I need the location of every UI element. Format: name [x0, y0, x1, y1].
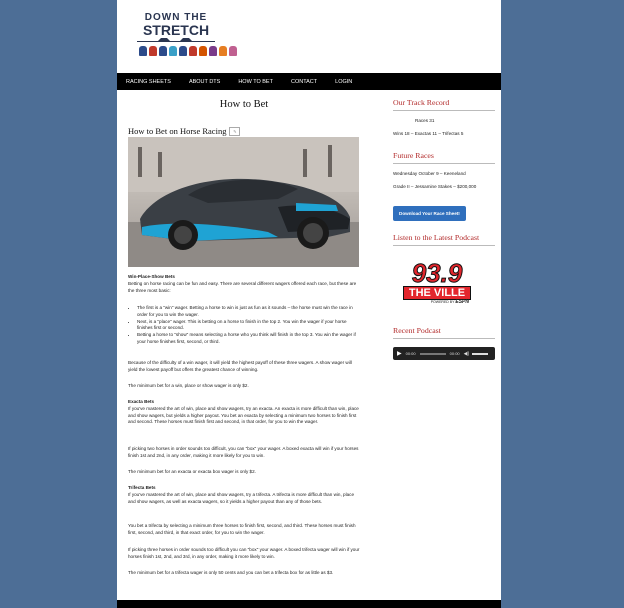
jockey-silk-icon — [149, 46, 157, 56]
wps-heading: Win-Place-Show Bets — [128, 274, 175, 279]
download-race-sheet-button[interactable]: Download Your Race Sheet! — [393, 206, 466, 221]
podcast-title: Listen to the Latest Podcast — [393, 233, 480, 242]
list-item: The first is a "win" wager. Betting a ho… — [137, 305, 360, 319]
divider — [393, 245, 495, 246]
jockey-silk-icon — [229, 46, 237, 56]
nav-login[interactable]: LOGIN — [335, 79, 352, 85]
audio-player[interactable]: ▶ 00:00 00:00 ◀) — [393, 347, 495, 360]
exacta-p1: If you've mastered the art of win, place… — [128, 405, 359, 425]
podcast-logo[interactable]: 93.9 THE VILLE POWERED BY ESPN — [399, 260, 475, 312]
exacta-min: The minimum bet for an exacta or exacta … — [128, 469, 256, 474]
trifecta-p2: You bet a trifecta by selecting a minimu… — [128, 523, 356, 535]
recent-podcast-title: Recent Podcast — [393, 326, 441, 335]
future-races-title: Future Races — [393, 151, 434, 160]
sidebar: Our Track Record Races 31 Wins 18 – Exac… — [393, 96, 495, 360]
trifecta-p1: If you've mastered the art of win, place… — [128, 491, 354, 504]
exacta-section: Exacta Bets If you've mastered the art o… — [128, 399, 360, 426]
divider — [393, 110, 495, 111]
jockey-silk-icon — [169, 46, 177, 56]
audio-time-start: 00:00 — [405, 351, 416, 356]
espn-text: ESPN — [455, 299, 469, 305]
play-icon[interactable]: ▶ — [397, 350, 402, 357]
main-nav: RACING SHEETS ABOUT DTS HOW TO BET CONTA… — [117, 73, 501, 90]
track-record-title: Our Track Record — [393, 98, 450, 107]
wps-payoff: Because of the difficulty of a win wager… — [128, 360, 352, 372]
nav-racing-sheets[interactable]: RACING SHEETS — [126, 79, 171, 85]
nav-how-to-bet[interactable]: HOW TO BET — [238, 79, 273, 85]
jockey-silk-icon — [189, 46, 197, 56]
podcast-logo-powered: POWERED BY ESPN — [399, 300, 475, 305]
article-title-text: How to Bet on Horse Racing — [128, 126, 227, 136]
exacta-heading: Exacta Bets — [128, 399, 155, 404]
footer-bar — [117, 600, 501, 608]
jockey-silk-icon — [139, 46, 147, 56]
podcast-logo-number: 93.9 — [411, 258, 463, 288]
trifecta-min: The minimum bet for a trifecta wager is … — [128, 570, 334, 575]
list-item: Betting a horse to "show" means selectin… — [137, 332, 360, 346]
wins-stats: Wins 18 – Exactas 11 – Trifectas 5 — [393, 131, 464, 136]
wps-bullets: The first is a "win" wager. Betting a ho… — [128, 305, 360, 346]
main-content: How to Bet How to Bet on Horse Racing ✎ — [128, 96, 360, 575]
nav-about-dts[interactable]: ABOUT DTS — [189, 79, 220, 85]
article-image — [128, 137, 359, 267]
list-item: Next, is a "place" wager. This is bettin… — [137, 319, 360, 333]
volume-slider[interactable] — [472, 352, 489, 355]
podcast-logo-name: THE VILLE — [403, 286, 471, 300]
jockey-silk-icon — [199, 46, 207, 56]
powered-by-text: POWERED BY — [430, 300, 455, 304]
nav-contact[interactable]: CONTACT — [291, 79, 317, 85]
trifecta-section: Trifecta Bets If you've mastered the art… — [128, 485, 360, 505]
jockey-silk-icon — [179, 46, 187, 56]
wps-intro: Betting on horse racing can be fun and e… — [128, 280, 357, 293]
jockey-silk-icon — [159, 46, 167, 56]
volume-icon[interactable]: ◀) — [464, 351, 470, 357]
divider — [393, 163, 495, 164]
jockey-silks — [139, 46, 237, 56]
edit-icon[interactable]: ✎ — [229, 126, 241, 136]
exacta-p2: If picking two horses in order sounds to… — [128, 446, 359, 458]
page: DOWN THE STRETCH RACING SHEETS ABOUT DTS… — [117, 0, 501, 608]
article-title: How to Bet on Horse Racing ✎ — [128, 126, 360, 136]
races-count: Races 31 — [415, 118, 435, 123]
wps-min: The minimum bet for a win, place or show… — [128, 383, 249, 388]
trifecta-heading: Trifecta Bets — [128, 485, 156, 490]
future-race-stakes: Grade II – Jessamine Stakes – $200,000 — [393, 184, 477, 189]
future-race-date: Wednesday October 9 – Keeneland — [393, 171, 466, 176]
car-image-icon — [128, 137, 359, 267]
page-title: How to Bet — [219, 99, 269, 110]
wps-section: Win-Place-Show Bets Betting on horse rac… — [128, 274, 360, 294]
jockey-silk-icon — [209, 46, 217, 56]
audio-progress-bar[interactable] — [419, 352, 446, 355]
audio-time-end: 00:00 — [449, 351, 460, 356]
trifecta-p3: If picking three horses in order sounds … — [128, 547, 360, 559]
jockey-silk-icon — [219, 46, 227, 56]
divider — [393, 338, 495, 339]
